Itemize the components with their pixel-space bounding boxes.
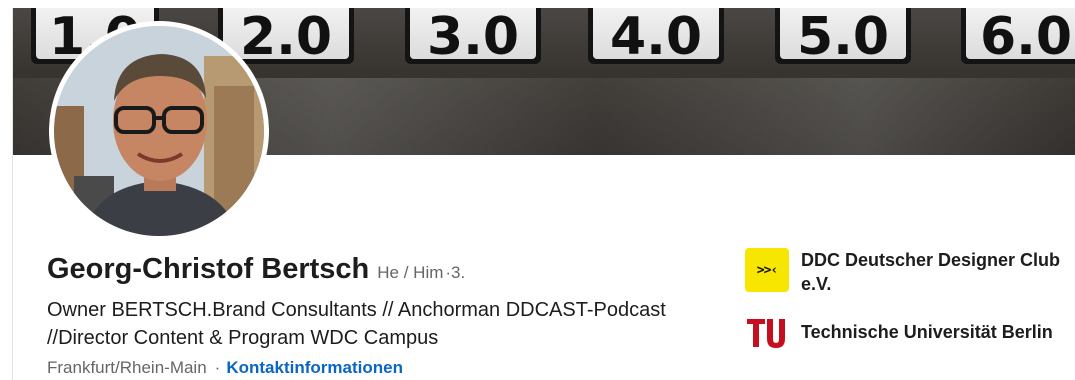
tu-berlin-logo-icon (745, 310, 789, 354)
banner-tile-number: 2.0 (239, 8, 333, 59)
profile-meta: Frankfurt/Rhein-Main · Kontaktinformatio… (47, 358, 403, 378)
profile-location: Frankfurt/Rhein-Main (47, 358, 207, 377)
banner-tile-number: 4.0 (609, 8, 703, 59)
avatar-photo (54, 26, 264, 236)
profile-organizations: >>‹ DDC Deutscher Designer Club e.V. Tec… (745, 248, 1075, 368)
banner-tile-number: 6.0 (979, 8, 1073, 59)
org-name-line: Technische Universität Berlin (801, 322, 1053, 342)
org-name-line: DDC Deutscher Designer Club (801, 250, 1061, 270)
banner-tile: 4.0 (588, 8, 724, 64)
banner-tile: 3.0 (405, 8, 541, 64)
headline-line: Owner BERTSCH.Brand Consultants // Ancho… (47, 299, 666, 321)
banner-tile: 5.0 (775, 8, 911, 64)
contact-info-link[interactable]: Kontaktinformationen (226, 358, 403, 378)
org-item-ddc[interactable]: >>‹ DDC Deutscher Designer Club e.V. (745, 248, 1075, 296)
banner-tile: 6.0 (961, 8, 1075, 64)
profile-avatar[interactable] (49, 21, 269, 241)
headline-line: //Director Content & Program WDC Campus (47, 327, 439, 349)
ddc-logo-icon: >>‹ (745, 248, 789, 292)
profile-name: Georg-Christof Bertsch (47, 253, 370, 285)
banner-tile-number: 5.0 (796, 8, 890, 59)
profile-name-row: Georg-Christof Bertsch He / Him ·3. (47, 253, 465, 286)
banner-tile-number: 3.0 (426, 8, 520, 59)
org-name: Technische Universität Berlin (801, 320, 1053, 344)
profile-pronouns: He / Him (377, 263, 444, 282)
profile-card: 1.0 2.0 3.0 4.0 5.0 6.0 Georg-Christof B… (12, 8, 1075, 380)
meta-separator: · (214, 358, 221, 377)
profile-headline: Owner BERTSCH.Brand Consultants // Ancho… (47, 296, 727, 352)
org-name: DDC Deutscher Designer Club e.V. (801, 248, 1060, 296)
person-portrait-icon (54, 26, 264, 236)
org-name-line: e.V. (801, 274, 832, 294)
connection-degree: ·3. (445, 263, 466, 282)
ddc-logo-text: >>‹ (756, 262, 779, 278)
org-item-tu-berlin[interactable]: Technische Universität Berlin (745, 310, 1075, 354)
